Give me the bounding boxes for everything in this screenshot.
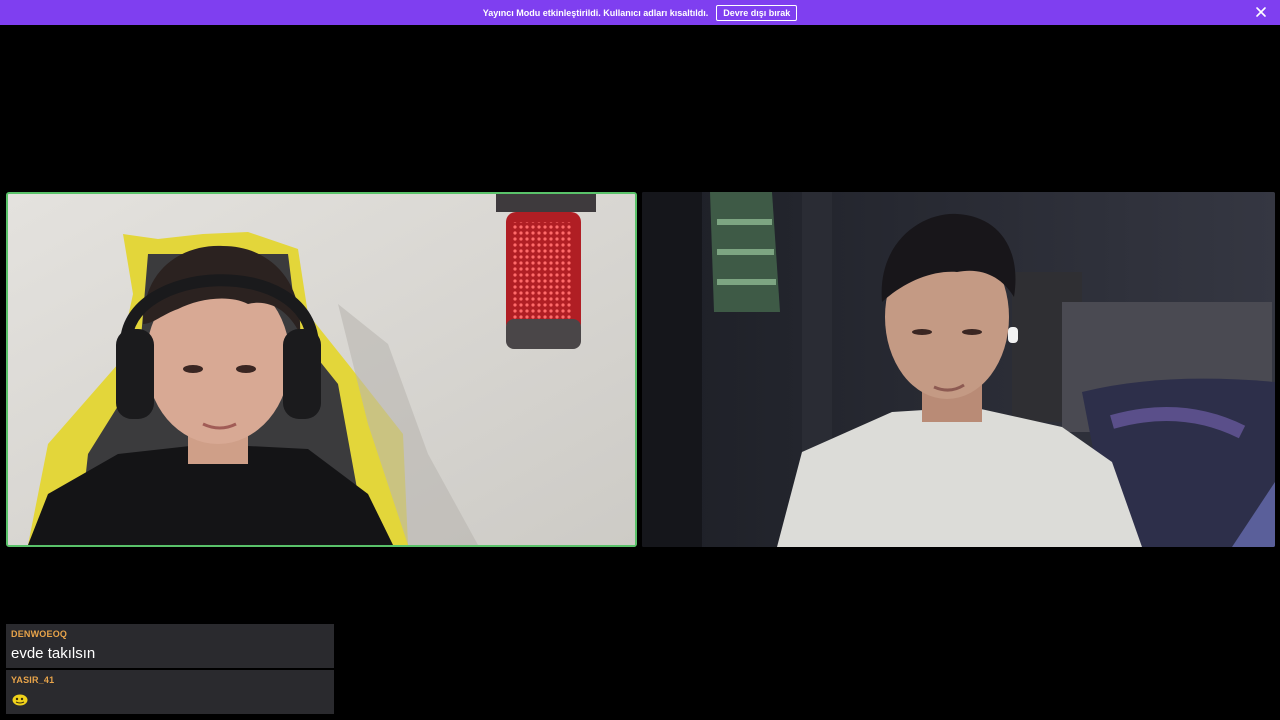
chat-username: YASIR_41 [11,675,55,685]
chat-username: DENWOEOQ [11,629,68,639]
disable-streamer-mode-button[interactable]: Devre dışı bırak [716,4,798,21]
webcam-feed-right [642,192,1275,547]
chat-message: DENWOEOQ evde takılsın [6,624,334,668]
emote-icon [11,693,329,709]
chat-message-text: evde takılsın [11,645,96,662]
video-tile-right-participant[interactable] [642,192,1275,547]
streamer-mode-banner: Yayıncı Modu etkinleştirildi. Kullanıcı … [0,0,1280,25]
close-icon[interactable] [1254,5,1268,19]
chat-overlay: DENWOEOQ evde takılsın YASIR_41 [6,624,334,714]
chat-message: YASIR_41 [6,670,334,714]
webcam-feed-left [8,194,635,545]
video-stage [0,25,1280,720]
video-tile-left-participant[interactable] [6,192,637,547]
banner-message: Yayıncı Modu etkinleştirildi. Kullanıcı … [482,7,709,18]
